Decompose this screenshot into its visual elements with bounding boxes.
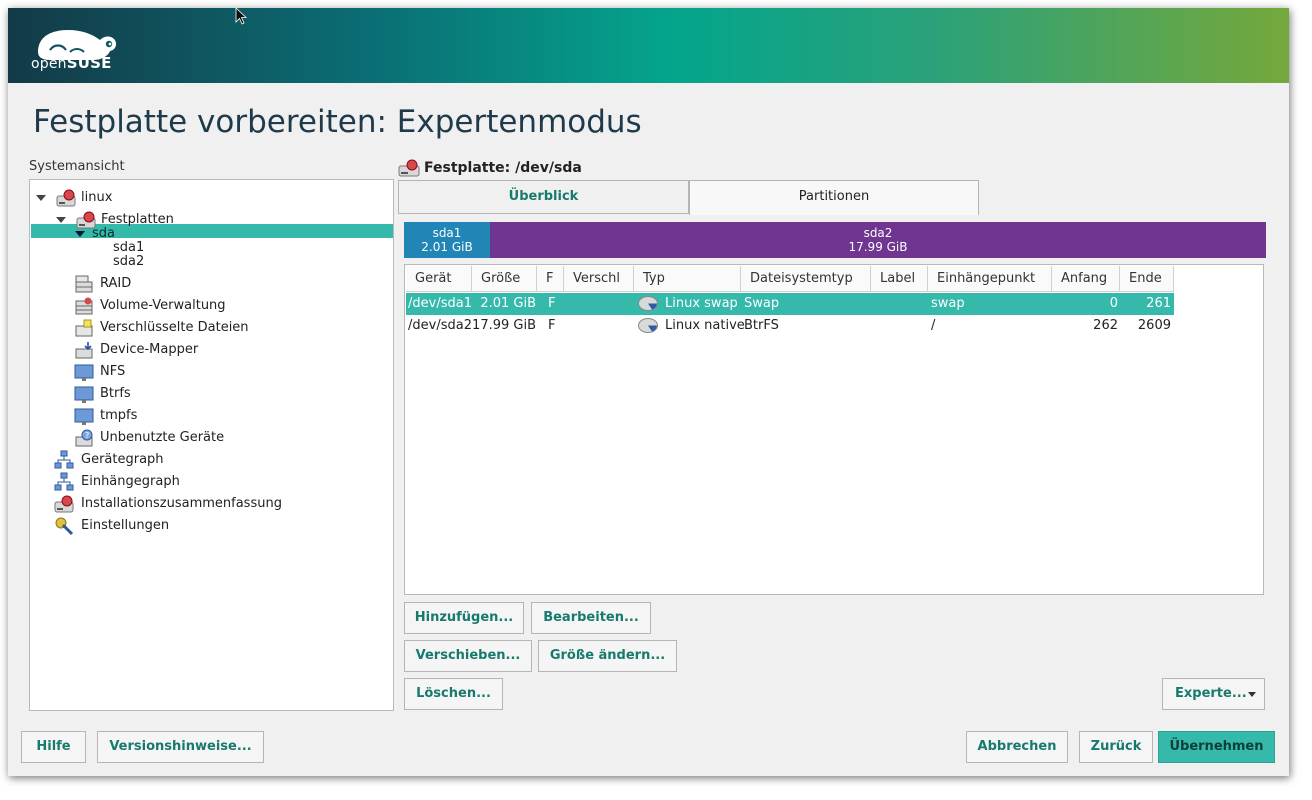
resize-partition-button[interactable]: Größe ändern... [538, 640, 677, 672]
page-title: Festplatte vorbereiten: Expertenmodus [33, 104, 642, 140]
accept-button[interactable]: Übernehmen [1158, 731, 1275, 763]
expert-menu-button[interactable]: Experte... [1162, 678, 1265, 710]
move-partition-button[interactable]: Verschieben... [404, 640, 532, 672]
tree-item-einstellungen[interactable]: Einstellungen [54, 515, 374, 537]
system-view-tree[interactable]: linux Festplatten sda sda1 sda2 RAID Vol… [29, 179, 394, 711]
graph-icon [54, 472, 74, 491]
partition-disc-icon [638, 318, 658, 333]
column-header-groesse[interactable]: Größe [472, 266, 537, 292]
column-header-geraet[interactable]: Gerät [406, 266, 472, 292]
chevron-down-icon [1248, 692, 1256, 697]
tree-item-device-mapper[interactable]: Device-Mapper [74, 339, 374, 361]
edit-partition-button[interactable]: Bearbeiten... [531, 602, 651, 634]
expand-arrow-icon[interactable] [56, 217, 66, 223]
tree-item-btrfs[interactable]: Btrfs [74, 383, 374, 405]
harddisk-icon [56, 189, 76, 207]
help-button[interactable]: Hilfe [21, 731, 86, 763]
tree-item-sda1[interactable]: sda1 [113, 241, 144, 255]
column-header-label[interactable]: Label [871, 266, 928, 292]
graph-icon [54, 450, 74, 469]
abort-button[interactable]: Abbrechen [966, 731, 1068, 763]
partition-bar-sda2[interactable]: sda2 17.99 GiB [490, 222, 1266, 258]
add-partition-button[interactable]: Hinzufügen... [404, 602, 524, 634]
svg-text:?: ? [85, 431, 89, 440]
tab-partitionen[interactable]: Partitionen [689, 180, 979, 215]
system-view-label: Systemansicht [29, 159, 125, 174]
expand-arrow-icon[interactable] [36, 195, 46, 201]
tab-ueberblick[interactable]: Überblick [398, 180, 689, 214]
network-folder-icon [74, 364, 94, 381]
tree-item-installationszusammenfassung[interactable]: Installationszusammenfassung [54, 493, 374, 515]
tree-item-volume-verwaltung[interactable]: Volume-Verwaltung [74, 295, 374, 317]
settings-icon [55, 517, 74, 536]
tree-item-linux[interactable]: linux [34, 187, 374, 209]
tree-item-sda[interactable]: sda [74, 227, 374, 241]
header-banner: openSUSE [8, 8, 1289, 83]
tree-item-tmpfs[interactable]: tmpfs [74, 405, 374, 427]
tree-item-sda2[interactable]: sda2 [113, 255, 144, 269]
installer-window: openSUSE Festplatte vorbereiten: Experte… [8, 8, 1289, 776]
raid-icon [75, 275, 93, 293]
folder-icon [74, 386, 94, 403]
column-header-f[interactable]: F [537, 266, 564, 292]
partition-table[interactable]: Gerät Größe F Verschl Typ Dateisystemtyp… [404, 264, 1264, 595]
logo-wordmark: openSUSE [31, 54, 112, 72]
column-header-ende[interactable]: Ende [1120, 266, 1174, 292]
mouse-pointer-icon [235, 7, 247, 25]
expand-arrow-icon[interactable] [75, 231, 85, 237]
harddisk-icon [54, 495, 74, 513]
encrypted-files-icon [75, 319, 93, 337]
tree-item-nfs[interactable]: NFS [74, 361, 374, 383]
device-mapper-icon [75, 342, 93, 359]
table-row[interactable]: /dev/sda2 17.99 GiB F Linux native BtrFS… [406, 315, 1174, 337]
column-header-typ[interactable]: Typ [634, 266, 741, 292]
tree-item-raid[interactable]: RAID [74, 273, 374, 295]
tree-item-geraetegraph[interactable]: Gerätegraph [54, 449, 374, 471]
tree-item-verschluesselte-dateien[interactable]: Verschlüsselte Dateien [74, 317, 374, 339]
column-header-einhaengepunkt[interactable]: Einhängepunkt [928, 266, 1052, 292]
tree-item-einhaengegraph[interactable]: Einhängegraph [54, 471, 374, 493]
partition-disc-icon [638, 296, 658, 311]
column-header-dateisystemtyp[interactable]: Dateisystemtyp [741, 266, 871, 292]
table-row[interactable]: /dev/sda1 2.01 GiB F Linux swap Swap swa… [406, 293, 1174, 315]
folder-icon [74, 408, 94, 425]
partition-bar-sda1[interactable]: sda1 2.01 GiB [404, 222, 490, 258]
tree-item-unbenutzte-geraete[interactable]: ? Unbenutzte Geräte [74, 427, 374, 449]
harddisk-icon [398, 159, 420, 177]
delete-partition-button[interactable]: Löschen... [404, 678, 503, 710]
column-header-anfang[interactable]: Anfang [1052, 266, 1120, 292]
disk-heading: Festplatte: /dev/sda [398, 157, 582, 179]
release-notes-button[interactable]: Versionshinweise... [97, 731, 264, 763]
column-header-verschl[interactable]: Verschl [564, 266, 634, 292]
lvm-icon [75, 297, 93, 315]
back-button[interactable]: Zurück [1079, 731, 1153, 763]
unused-devices-icon: ? [75, 429, 93, 447]
